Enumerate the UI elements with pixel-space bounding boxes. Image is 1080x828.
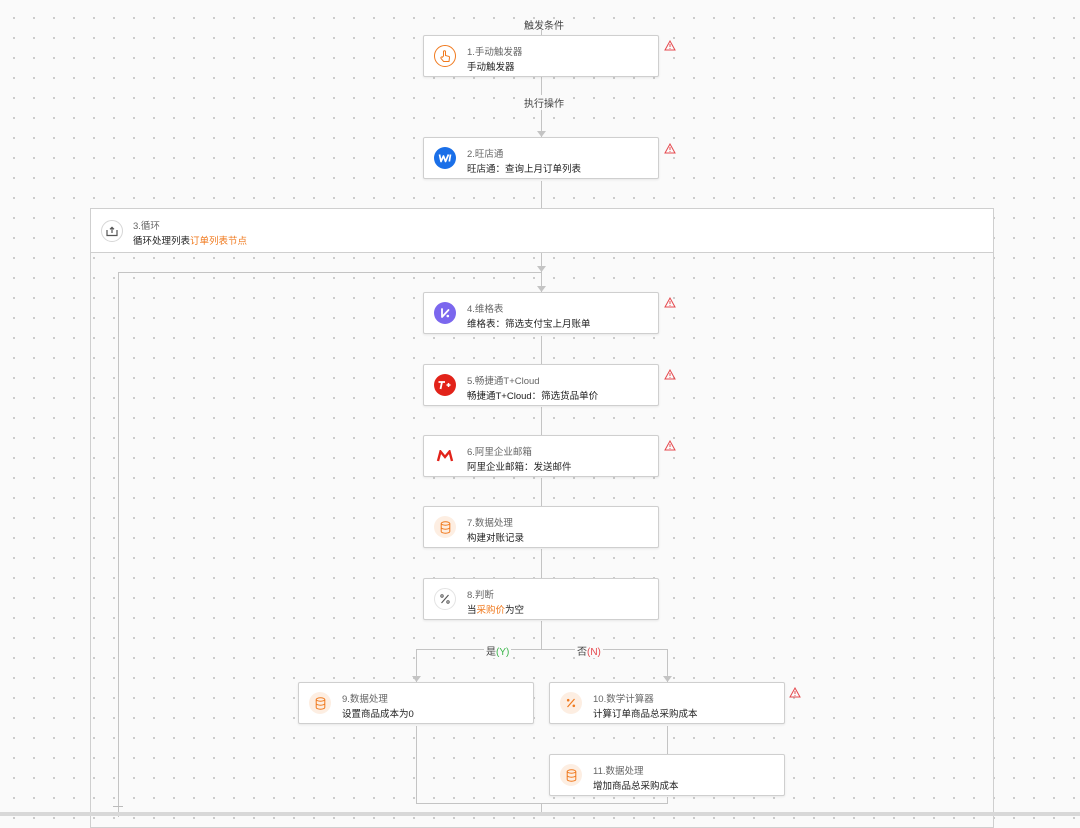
node-8-desc-prefix: 当 [467, 605, 477, 616]
node-8-desc-suffix: 为空 [505, 605, 525, 616]
node-4-desc: 维格表：筛选支付宝上月账单 [467, 319, 591, 330]
percent-calculator-icon [560, 692, 582, 714]
node-3-loop[interactable]: 3.循环 循环处理列表订单列表节点 [90, 208, 994, 253]
warning-icon[interactable] [789, 687, 801, 698]
condition-icon [434, 588, 456, 610]
node-3-desc-prefix: 循环处理列表 [133, 236, 191, 247]
database-icon [434, 516, 456, 538]
node-10-math-calculator[interactable]: 10.数学计算器 计算订单商品总采购成本 [549, 682, 785, 724]
warning-icon[interactable] [664, 143, 676, 154]
node-8-title: 8.判断 [467, 590, 494, 601]
node-10-title: 10.数学计算器 [593, 694, 654, 705]
node-9-data-processing[interactable]: 9.数据处理 设置商品成本为0 [298, 682, 534, 724]
node-1-title: 1.手动触发器 [467, 47, 523, 58]
node-11-data-processing[interactable]: 11.数据处理 增加商品总采购成本 [549, 754, 785, 796]
trigger-condition-label: 触发条件 [524, 21, 564, 32]
node-7-data-processing[interactable]: 7.数据处理 构建对账记录 [423, 506, 659, 548]
database-icon [560, 764, 582, 786]
warning-icon[interactable] [664, 369, 676, 380]
warning-icon[interactable] [664, 40, 676, 51]
node-8-condition[interactable]: 8.判断 当采购价为空 [423, 578, 659, 620]
database-icon [309, 692, 331, 714]
loop-icon [101, 220, 123, 242]
node-2-wangdiantong[interactable]: 2.旺店通 旺店通：查询上月订单列表 [423, 137, 659, 179]
node-9-title: 9.数据处理 [342, 694, 388, 705]
warning-icon[interactable] [664, 440, 676, 451]
node-6-desc: 阿里企业邮箱：发送邮件 [467, 462, 572, 473]
node-3-desc-highlight: 订单列表节点 [190, 236, 248, 247]
hand-pointer-icon [434, 45, 456, 67]
horizontal-scrollbar[interactable] [0, 812, 1080, 816]
mail-logo-icon [434, 445, 456, 467]
node-4-title: 4.维格表 [467, 304, 504, 315]
warning-icon[interactable] [664, 297, 676, 308]
node-7-title: 7.数据处理 [467, 518, 513, 529]
node-11-desc: 增加商品总采购成本 [593, 781, 679, 792]
node-6-ali-mail[interactable]: 6.阿里企业邮箱 阿里企业邮箱：发送邮件 [423, 435, 659, 477]
node-5-tplus-cloud[interactable]: 5.畅捷通T+Cloud 畅捷通T+Cloud：筛选货品单价 [423, 364, 659, 406]
tplus-logo-icon [434, 374, 456, 396]
node-1-desc: 手动触发器 [467, 62, 515, 73]
node-11-title: 11.数据处理 [593, 766, 644, 777]
execute-action-label: 执行操作 [522, 95, 566, 110]
connector-2-3 [541, 181, 542, 208]
node-8-desc: 当采购价为空 [467, 602, 524, 616]
node-10-desc: 计算订单商品总采购成本 [593, 709, 698, 720]
node-6-title: 6.阿里企业邮箱 [467, 447, 532, 458]
node-2-title: 2.旺店通 [467, 149, 504, 160]
node-1-manual-trigger[interactable]: 1.手动触发器 手动触发器 [423, 35, 659, 77]
wangdiantong-logo-icon [434, 147, 456, 169]
node-2-desc: 旺店通：查询上月订单列表 [467, 164, 582, 175]
node-7-desc: 构建对账记录 [467, 533, 525, 544]
node-8-desc-highlight: 采购价 [476, 605, 506, 616]
node-5-desc: 畅捷通T+Cloud：筛选货品单价 [467, 391, 599, 402]
node-4-vika[interactable]: 4.维格表 维格表：筛选支付宝上月账单 [423, 292, 659, 334]
node-3-desc: 循环处理列表订单列表节点 [133, 233, 247, 247]
node-3-title: 3.循环 [133, 221, 160, 232]
node-5-title: 5.畅捷通T+Cloud [467, 376, 540, 387]
node-9-desc: 设置商品成本为0 [342, 709, 414, 720]
vika-logo-icon [434, 302, 456, 324]
